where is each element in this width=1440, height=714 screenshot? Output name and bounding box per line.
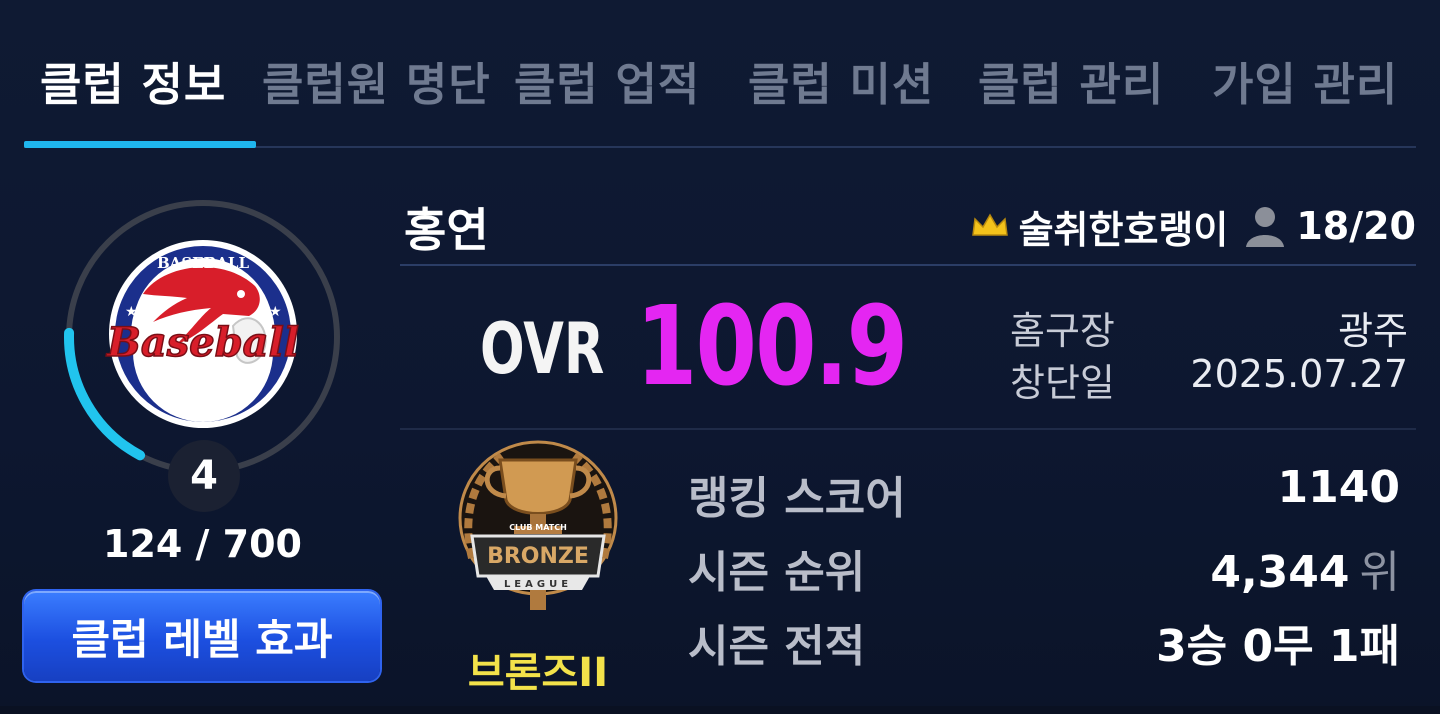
tab-club-info[interactable]: 클럽 정보	[40, 48, 226, 113]
home-stadium-label: 홈구장	[1010, 309, 1115, 353]
tab-join-management[interactable]: 가입 관리	[1212, 48, 1398, 113]
club-owner-name: 술취한호랭이	[1018, 207, 1229, 252]
svg-text:★: ★	[269, 304, 282, 320]
season-rank-value: 4,344 위	[1210, 536, 1400, 600]
club-level-badge: 4	[168, 440, 240, 512]
season-record-value: 3승 0무 1패	[1156, 621, 1400, 672]
ranking-score-label: 랭킹 스코어	[688, 473, 906, 524]
logo-bottom-text: CLUB	[182, 401, 223, 416]
tab-club-achievements[interactable]: 클럽 업적	[514, 48, 700, 113]
league-tier-label: 브론즈II	[467, 650, 609, 696]
crown-icon	[971, 213, 1008, 236]
ranking-score-value: 1140	[1277, 462, 1400, 513]
club-logo: BASEBALL Baseball CLUB ★ ★	[105, 240, 300, 428]
club-exp-text: 124 / 700	[103, 522, 302, 566]
section-divider	[400, 428, 1416, 430]
emblem-sub-text: LEAGUE	[504, 579, 572, 590]
svg-text:★: ★	[125, 304, 138, 320]
club-level-effect-button[interactable]: 클럽 레벨 효과	[24, 591, 380, 681]
ovr-value: 100.9	[636, 282, 908, 410]
club-name: 홍연	[404, 203, 489, 257]
club-level-ring: BASEBALL Baseball CLUB ★ ★	[64, 200, 340, 474]
emblem-top-text: CLUB MATCH	[509, 523, 567, 532]
logo-main-text: Baseball	[106, 319, 299, 366]
person-icon	[1246, 207, 1285, 247]
tab-club-members[interactable]: 클럽원 명단	[262, 48, 491, 113]
bottom-strip	[0, 706, 1440, 714]
tab-bar: 클럽 정보 클럽원 명단 클럽 업적 클럽 미션 클럽 관리 가입 관리	[24, 0, 1416, 148]
emblem-name-text: BRONZE	[487, 544, 589, 569]
club-owner-info: 술취한호랭이 18/20	[971, 198, 1416, 254]
tab-club-missions[interactable]: 클럽 미션	[748, 48, 934, 113]
home-stadium-value: 광주	[1338, 309, 1408, 353]
season-rank-unit: 위	[1359, 547, 1400, 598]
season-rank-label: 시즌 순위	[688, 547, 866, 598]
founded-date-value: 2025.07.27	[1190, 352, 1408, 396]
header-divider	[400, 264, 1416, 266]
tab-club-management[interactable]: 클럽 관리	[978, 48, 1164, 113]
season-rank-number: 4,344	[1210, 547, 1350, 598]
bronze-league-emblem: CLUB MATCH BRONZE LEAGUE	[458, 440, 618, 610]
tab-active-indicator	[24, 141, 256, 148]
season-record-label: 시즌 전적	[688, 621, 866, 672]
logo-top-text: BASEBALL	[157, 254, 249, 272]
founded-date-label: 창단일	[1010, 361, 1115, 405]
ovr-label: OVR	[480, 308, 605, 390]
club-member-count: 18/20	[1296, 204, 1416, 248]
